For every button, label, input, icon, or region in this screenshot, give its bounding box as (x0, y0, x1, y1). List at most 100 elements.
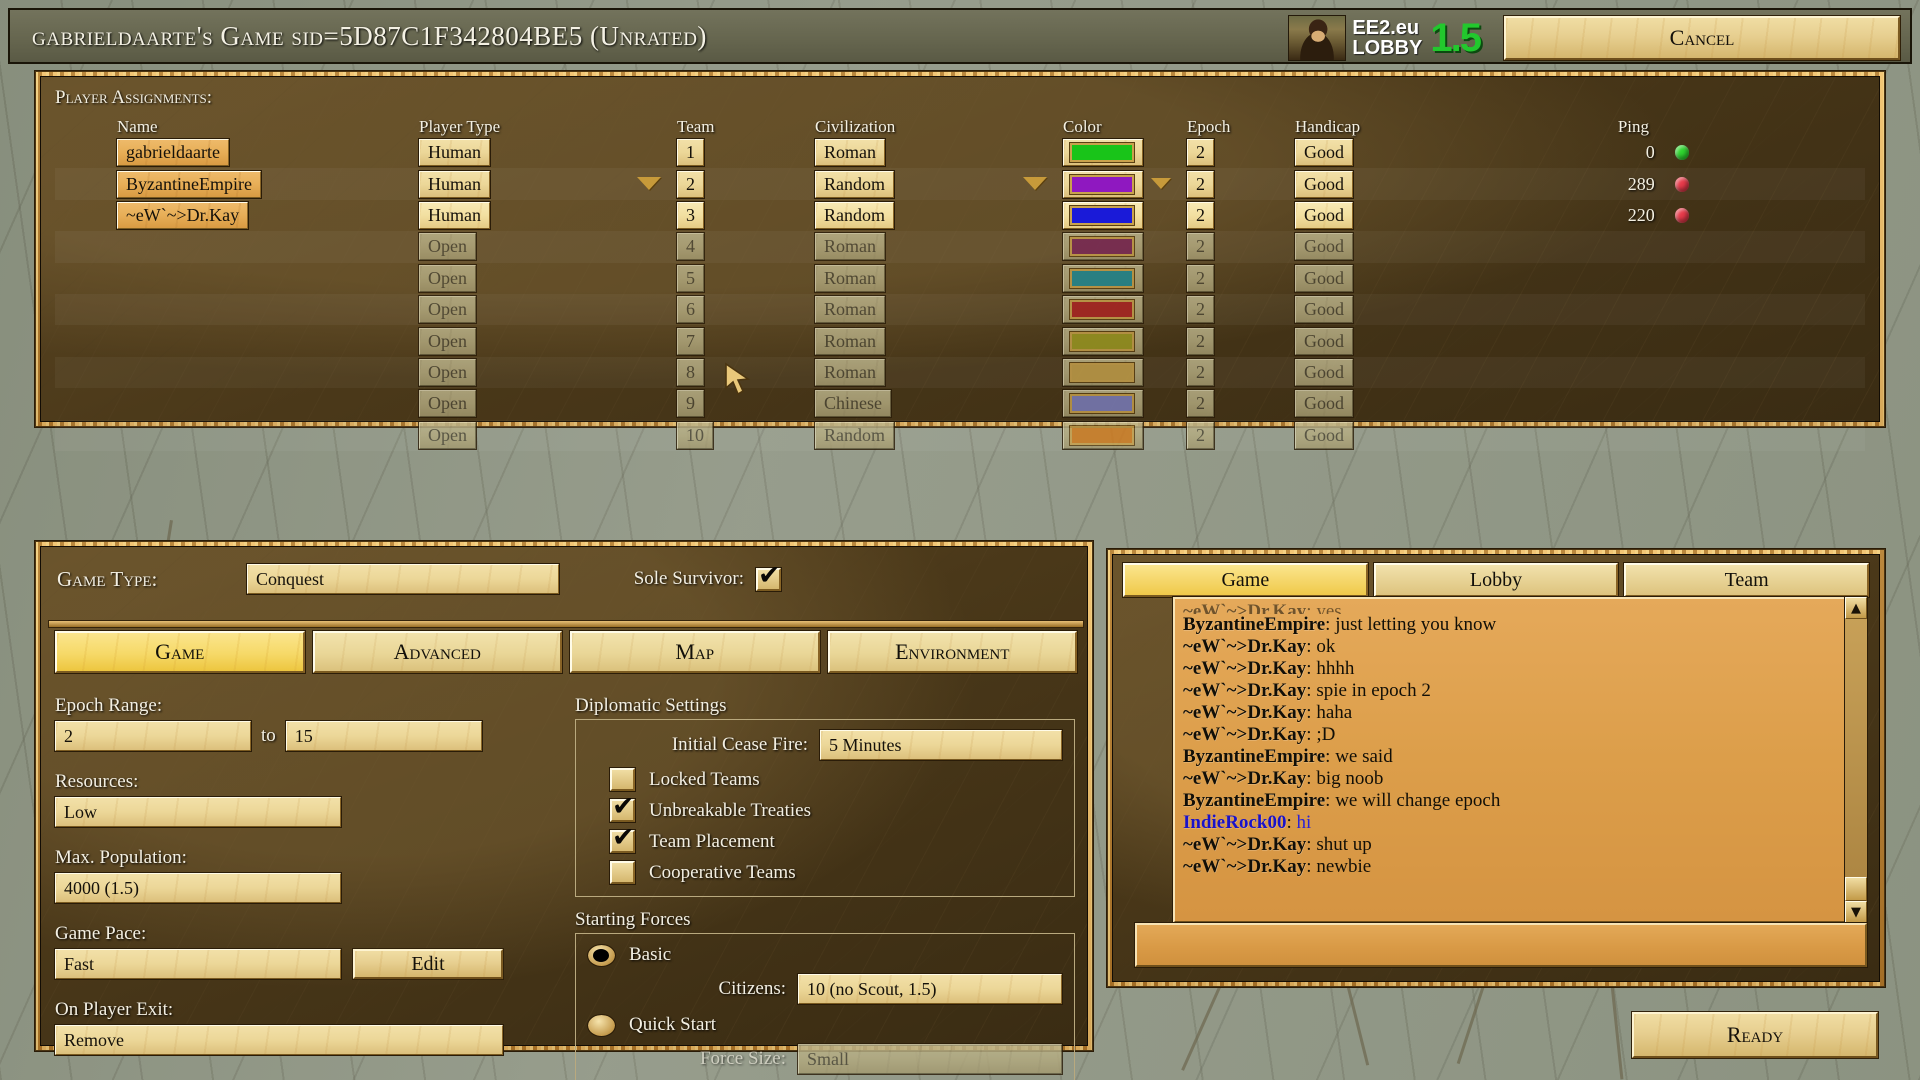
cell-team[interactable]: 3 (676, 200, 807, 230)
cell-name[interactable]: ~eW`~>Dr.Kay (115, 200, 407, 230)
team-select[interactable]: 1 (676, 138, 705, 168)
table-row[interactable]: Open 7 Roman 2 Good (55, 325, 1865, 356)
player-type-select[interactable]: Human (418, 138, 491, 168)
cell-team[interactable]: 10 (676, 420, 807, 450)
handicap-select[interactable]: Good (1294, 169, 1354, 199)
civilization-select[interactable]: Random (814, 169, 1047, 199)
checkbox-locked-teams[interactable] (609, 767, 636, 792)
diplomatic-option-row[interactable]: Locked Teams (588, 767, 1062, 792)
civilization-select[interactable]: Roman (814, 138, 886, 168)
cell-player-type[interactable]: Human (418, 138, 669, 168)
cell-epoch[interactable]: 2 (1186, 420, 1287, 450)
cell-epoch[interactable]: 2 (1186, 138, 1287, 168)
cell-team[interactable]: 7 (676, 326, 807, 356)
diplomatic-option-row[interactable]: Cooperative Teams (588, 860, 1062, 885)
ready-button[interactable]: Ready (1631, 1011, 1879, 1059)
quick-start-radio[interactable] (587, 1013, 616, 1037)
chat-tab-lobby[interactable]: Lobby (1372, 562, 1620, 598)
chat-tab-team[interactable]: Team (1623, 562, 1871, 598)
handicap-select[interactable]: Good (1294, 138, 1354, 168)
table-row[interactable]: ~eW`~>Dr.Kay Human 3 Random 2 Good 220 (55, 200, 1865, 231)
cell-handicap[interactable]: Good (1294, 357, 1561, 387)
cell-player-type[interactable]: Open (418, 420, 669, 450)
cell-epoch[interactable]: 2 (1186, 389, 1287, 419)
cell-color[interactable] (1062, 169, 1179, 199)
cell-civilization[interactable]: Random (814, 200, 1055, 230)
color-swatch[interactable] (1069, 204, 1135, 226)
civilization-select[interactable]: Random (814, 200, 895, 230)
sole-survivor-checkbox[interactable] (755, 562, 782, 592)
player-name-field[interactable]: gabrieldaarte (116, 138, 230, 168)
chevron-down-icon[interactable] (1023, 176, 1047, 190)
cell-color[interactable] (1062, 138, 1179, 168)
cell-team[interactable]: 4 (676, 232, 807, 262)
tab-advanced[interactable]: Advanced (311, 630, 563, 674)
cell-civilization[interactable]: Roman (814, 232, 1055, 262)
cell-name[interactable] (117, 422, 407, 449)
color-swatch[interactable] (1069, 267, 1135, 289)
color-swatch[interactable] (1069, 236, 1135, 258)
table-row[interactable]: Open 5 Roman 2 Good (55, 263, 1865, 294)
cell-epoch[interactable]: 2 (1186, 200, 1287, 230)
game-type-select[interactable]: Conquest (246, 563, 560, 595)
epoch-from-input[interactable]: 2 (54, 720, 252, 752)
cell-team[interactable]: 2 (676, 169, 807, 199)
tab-game[interactable]: Game (54, 630, 306, 674)
table-row[interactable]: Open 9 Chinese 2 Good (55, 388, 1865, 419)
color-swatch[interactable] (1069, 142, 1135, 164)
cell-epoch[interactable]: 2 (1186, 326, 1287, 356)
on-player-exit-select[interactable]: Remove (54, 1024, 504, 1056)
color-select[interactable] (1062, 200, 1144, 230)
cell-civilization[interactable]: Random (814, 420, 1055, 450)
color-swatch[interactable] (1069, 361, 1135, 383)
table-row[interactable]: Open 10 Random 2 Good (55, 419, 1865, 451)
cell-civilization[interactable]: Roman (814, 357, 1055, 387)
epoch-to-input[interactable]: 15 (284, 720, 483, 752)
cell-civilization[interactable]: Chinese (814, 389, 1055, 419)
player-name-field[interactable]: ~eW`~>Dr.Kay (115, 200, 250, 230)
cease-fire-select[interactable]: 5 Minutes (819, 729, 1063, 761)
cell-epoch[interactable]: 2 (1186, 169, 1287, 199)
table-row[interactable]: Open 4 Roman 2 Good (55, 231, 1865, 263)
chat-tab-game[interactable]: Game (1122, 562, 1369, 598)
chevron-down-icon[interactable] (637, 176, 661, 190)
table-row[interactable]: ByzantineEmpire Human 2 Random 2 Good 289 (55, 168, 1865, 200)
checkbox-unbreakable-treaties[interactable] (609, 793, 636, 823)
cell-handicap[interactable]: Good (1294, 138, 1561, 168)
color-select[interactable] (1062, 169, 1171, 199)
team-select[interactable]: 3 (676, 200, 705, 230)
epoch-select[interactable]: 2 (1186, 138, 1215, 168)
scroll-up-button[interactable]: ▲ (1845, 597, 1867, 619)
cell-name[interactable] (117, 359, 407, 386)
chat-log[interactable]: ~eW`~>Dr.Kay: yes ByzantineEmpire: just l… (1172, 596, 1868, 924)
max-population-select[interactable]: 4000 (1.5) (54, 872, 342, 904)
cell-color[interactable] (1062, 263, 1179, 293)
edit-button[interactable]: Edit (352, 948, 504, 980)
cell-epoch[interactable]: 2 (1186, 357, 1287, 387)
color-select[interactable] (1062, 138, 1144, 168)
cell-team[interactable]: 8 (676, 357, 807, 387)
table-row[interactable]: gabrieldaarte Human 1 Roman 2 Good 0 (55, 137, 1865, 168)
cell-handicap[interactable]: Good (1294, 295, 1561, 325)
player-type-select[interactable]: Human (418, 200, 491, 230)
diplomatic-option-row[interactable]: Unbreakable Treaties (588, 793, 1062, 823)
cell-name[interactable] (117, 233, 407, 260)
epoch-select[interactable]: 2 (1186, 169, 1215, 199)
citizens-select[interactable]: 10 (no Scout, 1.5) (797, 973, 1063, 1005)
cell-name[interactable] (117, 390, 407, 417)
tab-environment[interactable]: Environment (826, 630, 1078, 674)
handicap-select[interactable]: Good (1294, 200, 1354, 230)
cell-civilization[interactable]: Random (814, 169, 1055, 199)
cell-handicap[interactable]: Good (1294, 326, 1561, 356)
cell-handicap[interactable]: Good (1294, 420, 1561, 450)
cell-player-type[interactable]: Open (418, 295, 669, 325)
cell-civilization[interactable]: Roman (814, 138, 1055, 168)
color-swatch[interactable] (1069, 330, 1135, 352)
checkbox-team-placement[interactable] (609, 824, 636, 854)
cell-handicap[interactable]: Good (1294, 169, 1561, 199)
cell-color[interactable] (1062, 357, 1179, 387)
cell-handicap[interactable]: Good (1294, 200, 1561, 230)
chat-scrollbar[interactable]: ▲ ▼ (1844, 596, 1868, 924)
color-swatch[interactable] (1069, 299, 1135, 321)
player-type-select[interactable]: Human (418, 169, 661, 199)
